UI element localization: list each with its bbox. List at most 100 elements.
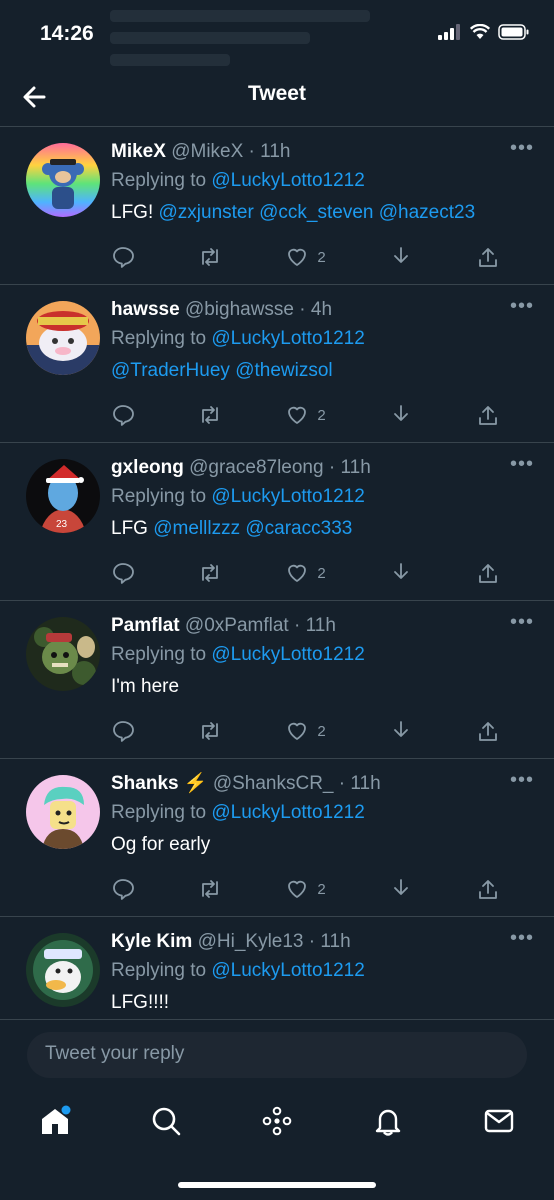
home-icon[interactable]: [38, 1104, 72, 1138]
mention-link[interactable]: @TraderHuey: [111, 360, 230, 381]
messages-icon[interactable]: [482, 1104, 516, 1138]
battery-icon: [498, 24, 529, 40]
replying-to-link[interactable]: @LuckyLotto1212: [211, 328, 364, 349]
mention-link[interactable]: @cck_steven: [259, 202, 373, 223]
mention-link[interactable]: @melllzzz: [153, 518, 240, 539]
more-options-icon[interactable]: •••: [510, 769, 534, 792]
retweet-button[interactable]: [198, 561, 222, 585]
share-button[interactable]: [476, 245, 500, 269]
replying-to-label: Replying to: [111, 328, 207, 349]
user-name[interactable]: gxleong: [111, 457, 184, 478]
more-options-icon[interactable]: •••: [510, 453, 534, 476]
like-button[interactable]: 2: [285, 561, 326, 585]
replying-to-label: Replying to: [111, 486, 207, 507]
share-button[interactable]: [476, 403, 500, 427]
mention-link[interactable]: @hazect23: [379, 202, 475, 223]
user-name[interactable]: hawsse: [111, 299, 180, 320]
share-button[interactable]: [476, 877, 500, 901]
spaces-icon[interactable]: [260, 1104, 294, 1138]
retweet-button[interactable]: [198, 245, 222, 269]
home-indicator: [178, 1182, 376, 1188]
retweet-button[interactable]: [198, 403, 222, 427]
retweet-button[interactable]: [198, 877, 222, 901]
tweet-header: Kyle Kim @Hi_Kyle13 · 11h: [111, 931, 351, 952]
user-name[interactable]: Shanks ⚡: [111, 773, 208, 794]
reply-icon: [113, 879, 134, 900]
reply-button[interactable]: [111, 245, 135, 269]
more-options-icon[interactable]: •••: [510, 295, 534, 318]
tweet-body: Og for early: [111, 834, 211, 855]
notifications-icon[interactable]: [371, 1104, 405, 1138]
user-handle: @Hi_Kyle13: [197, 931, 304, 952]
reply-bar: [27, 1032, 527, 1078]
reply-icon: [113, 247, 134, 268]
avatar[interactable]: [26, 301, 100, 375]
replying-to-label: Replying to: [111, 170, 207, 191]
download-button[interactable]: [389, 719, 413, 743]
reply-tweet[interactable]: Kyle Kim @Hi_Kyle13 · 11h Replying to @L…: [0, 917, 554, 1019]
wifi-icon: [470, 24, 490, 39]
download-button[interactable]: [389, 561, 413, 585]
user-name[interactable]: Pamflat: [111, 615, 180, 636]
tweet-text: LFG!!!!: [111, 987, 534, 1019]
avatar[interactable]: [26, 617, 100, 691]
like-count: 2: [317, 722, 326, 740]
like-button[interactable]: 2: [285, 877, 326, 901]
replying-to-link[interactable]: @LuckyLotto1212: [211, 802, 364, 823]
replies-list[interactable]: MikeX @MikeX · 11h Replying to @LuckyLot…: [0, 127, 554, 1020]
tweet-body: I'm here: [111, 676, 180, 697]
tweet-text: LFG! @zxjunster @cck_steven @hazect23: [111, 197, 534, 229]
mention-link[interactable]: @zxjunster: [159, 202, 254, 223]
replying-to-link[interactable]: @LuckyLotto1212: [211, 960, 364, 981]
page-title: Tweet: [248, 82, 306, 105]
more-options-icon[interactable]: •••: [510, 927, 534, 950]
like-button[interactable]: 2: [285, 245, 326, 269]
user-handle: @0xPamflat: [184, 615, 289, 636]
tweet-reply-input[interactable]: [43, 1042, 507, 1066]
avatar[interactable]: [26, 933, 100, 1007]
retweet-button[interactable]: [198, 719, 222, 743]
like-button[interactable]: 2: [285, 403, 326, 427]
share-button[interactable]: [476, 561, 500, 585]
user-name[interactable]: MikeX: [111, 141, 166, 162]
reply-button[interactable]: [111, 877, 135, 901]
replying-to-link[interactable]: @LuckyLotto1212: [211, 644, 364, 665]
user-name[interactable]: Kyle Kim: [111, 931, 192, 952]
share-button[interactable]: [476, 719, 500, 743]
reply-tweet[interactable]: 23 gxleong @grace87leong · 11h Replying …: [0, 443, 554, 601]
more-options-icon[interactable]: •••: [510, 137, 534, 160]
tweet-actions: 2: [111, 717, 500, 745]
reply-tweet[interactable]: hawsse @bighawsse · 4h Replying to @Luck…: [0, 285, 554, 443]
avatar[interactable]: [26, 775, 100, 849]
replying-to-link[interactable]: @LuckyLotto1212: [211, 170, 364, 191]
download-button[interactable]: [389, 877, 413, 901]
tweet-time: 4h: [310, 299, 333, 320]
retweet-icon: [202, 406, 219, 424]
avatar[interactable]: [26, 143, 100, 217]
like-button[interactable]: 2: [285, 719, 326, 743]
retweet-icon: [202, 248, 219, 266]
reply-button[interactable]: [111, 561, 135, 585]
mention-link[interactable]: @caracc333: [245, 518, 352, 539]
reply-tweet[interactable]: MikeX @MikeX · 11h Replying to @LuckyLot…: [0, 127, 554, 285]
tweet-time: 11h: [350, 773, 381, 794]
replying-to-link[interactable]: @LuckyLotto1212: [211, 486, 364, 507]
avatar[interactable]: 23: [26, 459, 100, 533]
reply-button[interactable]: [111, 719, 135, 743]
mention-link[interactable]: @thewizsol: [235, 360, 332, 381]
replying-to: Replying to @LuckyLotto1212: [111, 481, 534, 513]
reply-tweet[interactable]: Pamflat @0xPamflat · 11h Replying to @Lu…: [0, 601, 554, 759]
search-icon[interactable]: [149, 1104, 183, 1138]
tweet-time: 11h: [340, 457, 371, 478]
tweet-body: LFG: [111, 518, 148, 539]
download-button[interactable]: [389, 245, 413, 269]
reply-tweet[interactable]: Shanks ⚡ @ShanksCR_ · 11h Replying to @L…: [0, 759, 554, 917]
share-icon: [479, 722, 497, 741]
retweet-icon: [202, 564, 219, 582]
like-count: 2: [317, 406, 326, 424]
more-options-icon[interactable]: •••: [510, 611, 534, 634]
tweet-header: MikeX @MikeX · 11h: [111, 141, 291, 162]
reply-button[interactable]: [111, 403, 135, 427]
download-button[interactable]: [389, 403, 413, 427]
share-icon: [479, 564, 497, 583]
